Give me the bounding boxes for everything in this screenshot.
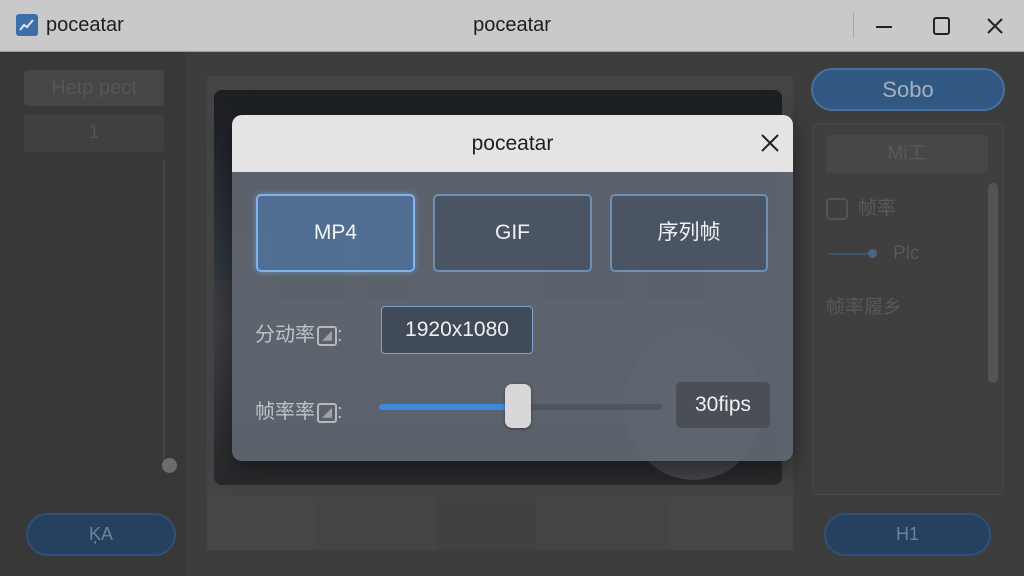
resolution-label-text: 分动率 bbox=[255, 324, 315, 346]
framerate-value[interactable]: 30fips bbox=[676, 382, 770, 428]
resolution-icon bbox=[317, 325, 337, 346]
framerate-slider-handle[interactable] bbox=[505, 384, 531, 428]
maximize-button[interactable] bbox=[922, 10, 962, 42]
titlebar-divider bbox=[853, 12, 854, 38]
framerate-slider-fill bbox=[379, 404, 518, 410]
dialog-header: poceatar bbox=[232, 115, 793, 172]
close-window-button[interactable] bbox=[975, 10, 1015, 42]
maximize-icon bbox=[933, 17, 950, 35]
format-sequence-button[interactable]: 序列帧 bbox=[610, 194, 768, 272]
framerate-label: 帧率率: bbox=[255, 395, 343, 424]
close-icon bbox=[987, 18, 1003, 34]
framerate-label-text: 帧率率 bbox=[255, 401, 315, 423]
resolution-colon: : bbox=[337, 324, 343, 346]
format-mp4-button[interactable]: MP4 bbox=[256, 194, 415, 272]
framerate-colon: : bbox=[337, 401, 343, 423]
minimize-icon bbox=[876, 26, 892, 28]
resolution-label: 分动率: bbox=[255, 318, 343, 347]
close-icon bbox=[761, 134, 779, 152]
dialog-title: poceatar bbox=[471, 132, 554, 155]
resolution-input[interactable]: 1920x1080 bbox=[381, 306, 533, 354]
minimize-button[interactable] bbox=[864, 10, 904, 42]
framerate-icon bbox=[317, 402, 337, 423]
title-bar: poceatar poceatar bbox=[0, 0, 1024, 52]
dialog-close-button[interactable] bbox=[756, 129, 784, 157]
format-gif-button[interactable]: GIF bbox=[433, 194, 592, 272]
